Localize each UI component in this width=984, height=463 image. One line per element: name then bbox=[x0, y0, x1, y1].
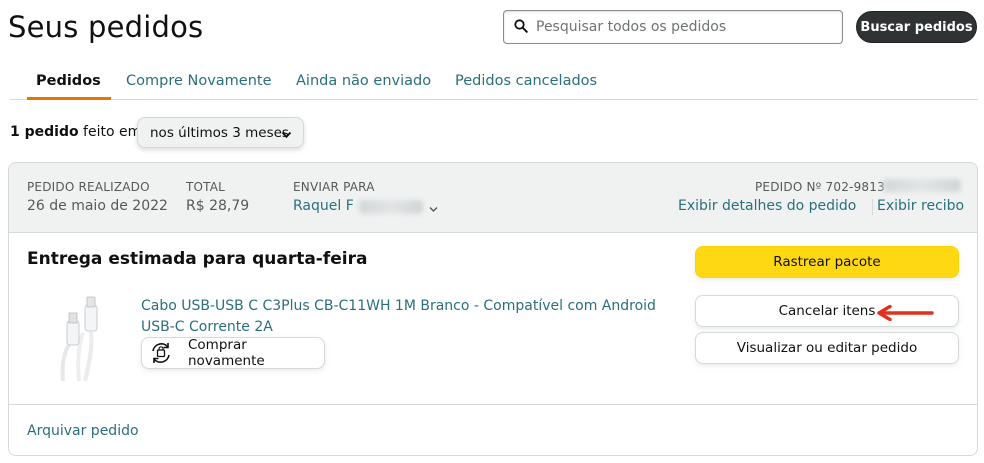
track-package-button[interactable]: Rastrear pacote bbox=[695, 246, 959, 278]
product-title-link[interactable]: Cabo USB-USB C C3Plus CB-C11WH 1M Branco… bbox=[141, 296, 661, 338]
order-card-header: PEDIDO REALIZADO 26 de maio de 2022 TOTA… bbox=[9, 163, 977, 233]
view-edit-order-button[interactable]: Visualizar ou editar pedido bbox=[695, 332, 959, 364]
order-total-value: R$ 28,79 bbox=[186, 198, 250, 214]
chevron-down-icon[interactable] bbox=[429, 198, 438, 217]
buy-again-label: Comprar novamente bbox=[188, 337, 265, 369]
page-title: Seus pedidos bbox=[8, 10, 204, 44]
order-count: 1 pedido feito em bbox=[10, 124, 141, 140]
order-total-label: TOTAL bbox=[186, 180, 226, 194]
link-divider bbox=[872, 199, 873, 215]
tab-compre-novamente[interactable]: Compre Novamente bbox=[126, 73, 272, 89]
receipt-link[interactable]: Exibir recibo bbox=[877, 198, 964, 214]
active-tab-indicator bbox=[27, 97, 111, 100]
redacted-name bbox=[359, 200, 423, 214]
search-box[interactable] bbox=[503, 10, 843, 44]
search-icon bbox=[514, 18, 528, 37]
ship-to-name[interactable]: Raquel F bbox=[293, 198, 354, 214]
redacted-order-number bbox=[883, 179, 961, 192]
order-number: PEDIDO Nº 702-9813 bbox=[755, 180, 885, 194]
tab-pedidos-cancelados[interactable]: Pedidos cancelados bbox=[455, 73, 597, 89]
order-count-text: feito em bbox=[78, 124, 142, 140]
archive-order-link[interactable]: Arquivar pedido bbox=[27, 423, 139, 439]
chevron-down-icon bbox=[281, 127, 292, 143]
ship-to-label: ENVIAR PARA bbox=[293, 180, 375, 194]
period-select[interactable]: nos últimos 3 meses bbox=[137, 117, 304, 148]
period-select-value: nos últimos 3 meses bbox=[150, 124, 289, 141]
product-image[interactable] bbox=[49, 293, 119, 383]
order-tabs: Pedidos Compre Novamente Ainda não envia… bbox=[10, 70, 978, 100]
tab-ainda-nao-enviado[interactable]: Ainda não enviado bbox=[296, 73, 431, 89]
order-placed-label: PEDIDO REALIZADO bbox=[27, 180, 150, 194]
search-input[interactable] bbox=[536, 19, 836, 35]
tab-pedidos[interactable]: Pedidos bbox=[36, 73, 101, 89]
order-card-footer: Arquivar pedido bbox=[9, 404, 977, 455]
order-details-link[interactable]: Exibir detalhes do pedido bbox=[678, 198, 856, 214]
annotation-arrow-icon bbox=[875, 304, 935, 322]
buy-again-icon bbox=[148, 340, 174, 366]
delivery-status: Entrega estimada para quarta-feira bbox=[27, 249, 368, 269]
order-count-bold: 1 pedido bbox=[10, 124, 79, 140]
order-card: PEDIDO REALIZADO 26 de maio de 2022 TOTA… bbox=[8, 162, 978, 456]
order-placed-date: 26 de maio de 2022 bbox=[27, 198, 168, 214]
search-orders-button[interactable]: Buscar pedidos bbox=[856, 11, 977, 43]
buy-again-button[interactable]: Comprar novamente bbox=[141, 337, 325, 369]
